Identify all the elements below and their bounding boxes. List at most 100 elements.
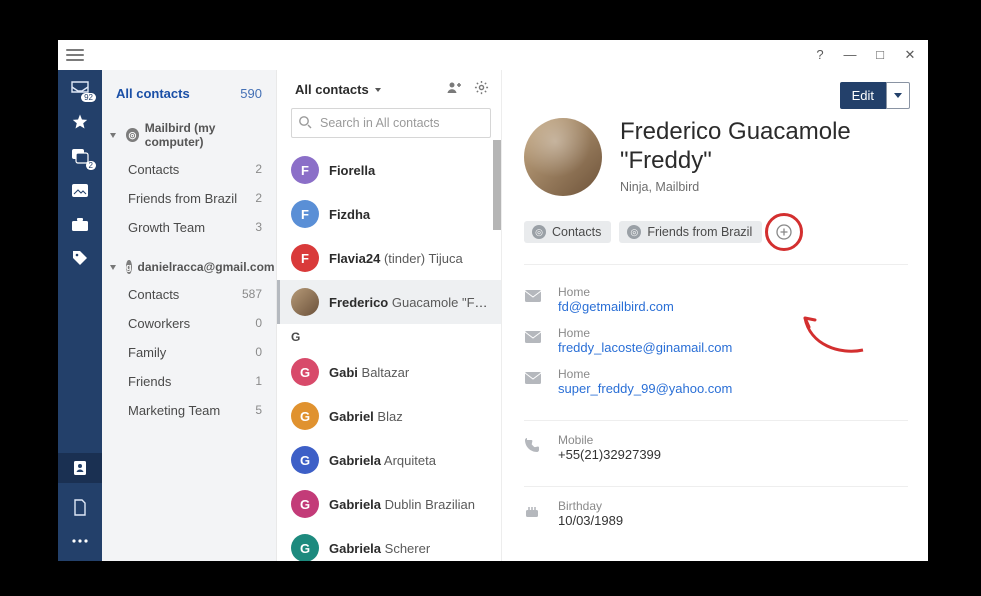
contact-row[interactable]: GGabriela Arquiteta xyxy=(277,438,501,482)
chevron-down-icon xyxy=(110,265,116,270)
account-icon: ◎ xyxy=(126,128,139,142)
star-icon[interactable] xyxy=(70,112,90,132)
photos-icon[interactable] xyxy=(70,180,90,200)
contact-row[interactable]: GGabriela Dublin Brazilian xyxy=(277,482,501,526)
main-area: 92 2 xyxy=(58,70,928,561)
contact-row[interactable]: FFizdha xyxy=(277,192,501,236)
emails-block: Homefd@getmailbird.com Homefreddy_lacost… xyxy=(524,279,908,402)
tag-icon[interactable] xyxy=(70,248,90,268)
account-gmail-header[interactable]: g danielracca@gmail.com xyxy=(102,254,276,280)
avatar-letter: G xyxy=(291,358,319,386)
email-value[interactable]: fd@getmailbird.com xyxy=(558,299,674,314)
folder-row[interactable]: Contacts2 xyxy=(102,155,276,184)
phone-row: Mobile+55(21)32927399 xyxy=(524,421,908,468)
folder-label: Marketing Team xyxy=(128,403,220,418)
avatar-letter: G xyxy=(291,534,319,561)
contact-list-title[interactable]: All contacts xyxy=(295,82,381,97)
contact-row[interactable]: GGabriela Scherer xyxy=(277,526,501,561)
phone-value: +55(21)32927399 xyxy=(558,447,661,462)
folder-row[interactable]: Growth Team 3 xyxy=(102,213,276,242)
account-name: Mailbird (my computer) xyxy=(145,121,266,149)
folder-row[interactable]: Friends1 xyxy=(102,367,276,396)
contact-row[interactable]: Frederico Guacamole "Fredd… xyxy=(277,280,501,324)
search-input[interactable] xyxy=(291,108,491,138)
more-icon[interactable] xyxy=(70,531,90,551)
contact-row-name: Gabriela Arquiteta xyxy=(329,453,489,468)
folder-count: 2 xyxy=(255,191,262,206)
email-row: Homefd@getmailbird.com xyxy=(524,279,908,320)
contact-name-line1: Frederico Guacamole xyxy=(620,118,851,145)
contact-name: Frederico Guacamole "Freddy" xyxy=(620,118,851,176)
folders-header[interactable]: All contacts 590 xyxy=(102,72,276,115)
contact-list[interactable]: FFiorellaFFizdhaFFlavia24 (tinder) Tijuc… xyxy=(277,148,501,561)
avatar-letter: F xyxy=(291,200,319,228)
edit-button[interactable]: Edit xyxy=(840,82,886,109)
contact-subtitle: Ninja, Mailbird xyxy=(620,180,851,194)
nav-rail: 92 2 xyxy=(58,70,102,561)
help-button[interactable]: ? xyxy=(812,47,828,63)
mail-icon xyxy=(524,326,544,347)
minimize-button[interactable]: — xyxy=(842,47,858,63)
folder-count: 5 xyxy=(255,403,262,418)
avatar-photo xyxy=(291,288,319,316)
contact-row-name: Gabi Baltazar xyxy=(329,365,489,380)
briefcase-icon[interactable] xyxy=(70,214,90,234)
contact-list-pane: All contacts FFiorellaFFizdhaFFlavia24 (… xyxy=(277,70,502,561)
close-button[interactable]: ✕ xyxy=(902,47,918,63)
tag-icon: ◎ xyxy=(532,225,546,239)
contact-row-name: Flavia24 (tinder) Tijuca xyxy=(329,251,489,266)
gear-icon[interactable] xyxy=(474,80,489,98)
contact-row[interactable]: GGabriel Blaz xyxy=(277,394,501,438)
window-controls: ? — □ ✕ xyxy=(812,47,918,63)
tag-label: Friends from Brazil xyxy=(647,225,752,239)
hamburger-menu[interactable] xyxy=(66,49,84,61)
edit-dropdown[interactable] xyxy=(886,82,910,109)
folders-header-label: All contacts xyxy=(116,86,190,101)
folder-count: 3 xyxy=(255,220,262,235)
chevron-down-icon xyxy=(110,133,116,138)
email-value[interactable]: super_freddy_99@yahoo.com xyxy=(558,381,732,396)
search-wrap xyxy=(291,108,491,138)
folder-row[interactable]: Coworkers0 xyxy=(102,309,276,338)
folder-row[interactable]: Contacts587 xyxy=(102,280,276,309)
chevron-down-icon xyxy=(894,93,902,98)
contact-row[interactable]: G Gabi Baltazar xyxy=(277,350,501,394)
email-row: Homefreddy_lacoste@ginamail.com xyxy=(524,320,908,361)
avatar-letter: F xyxy=(291,244,319,272)
mail-icon xyxy=(524,367,544,388)
folder-count: 2 xyxy=(255,162,262,177)
contact-row[interactable]: FFiorella xyxy=(277,148,501,192)
contact-row-name: Fiorella xyxy=(329,163,489,178)
folder-count: 0 xyxy=(255,316,262,331)
chats-icon[interactable]: 2 xyxy=(70,146,90,166)
maximize-button[interactable]: □ xyxy=(872,47,888,63)
account-mailbird-header[interactable]: ◎ Mailbird (my computer) xyxy=(102,115,276,155)
folder-row[interactable]: Family0 xyxy=(102,338,276,367)
contacts-icon[interactable] xyxy=(58,453,102,483)
add-tag-button[interactable] xyxy=(770,218,798,246)
add-contact-icon[interactable] xyxy=(446,80,464,98)
folder-row[interactable]: Friends from Brazil2 xyxy=(102,184,276,213)
section-letter: G xyxy=(277,324,501,350)
document-icon[interactable] xyxy=(70,497,90,517)
contact-name-line2: "Freddy" xyxy=(620,147,712,174)
account-icon: g xyxy=(126,260,132,274)
folder-row[interactable]: Marketing Team 5 xyxy=(102,396,276,425)
app-window: ? — □ ✕ 92 2 xyxy=(58,40,928,561)
contact-row-name: Frederico Guacamole "Fredd… xyxy=(329,295,489,310)
avatar-letter: G xyxy=(291,490,319,518)
tag-label: Contacts xyxy=(552,225,601,239)
tag-chip[interactable]: ◎ Contacts xyxy=(524,221,611,243)
folder-label: Family xyxy=(128,345,166,360)
contact-row[interactable]: F Flavia24 (tinder) Tijuca xyxy=(277,236,501,280)
folder-label: Growth Team xyxy=(128,220,205,235)
scrollbar-thumb[interactable] xyxy=(493,140,501,230)
avatar xyxy=(524,118,602,196)
birthday-row: Birthday10/03/1989 xyxy=(524,487,908,534)
phone-icon xyxy=(524,433,544,456)
tag-chip[interactable]: ◎Friends from Brazil xyxy=(619,221,762,243)
email-value[interactable]: freddy_lacoste@ginamail.com xyxy=(558,340,732,355)
folders-header-count: 590 xyxy=(240,86,262,101)
inbox-icon[interactable]: 92 xyxy=(70,78,90,98)
annotation-ring xyxy=(765,213,803,251)
